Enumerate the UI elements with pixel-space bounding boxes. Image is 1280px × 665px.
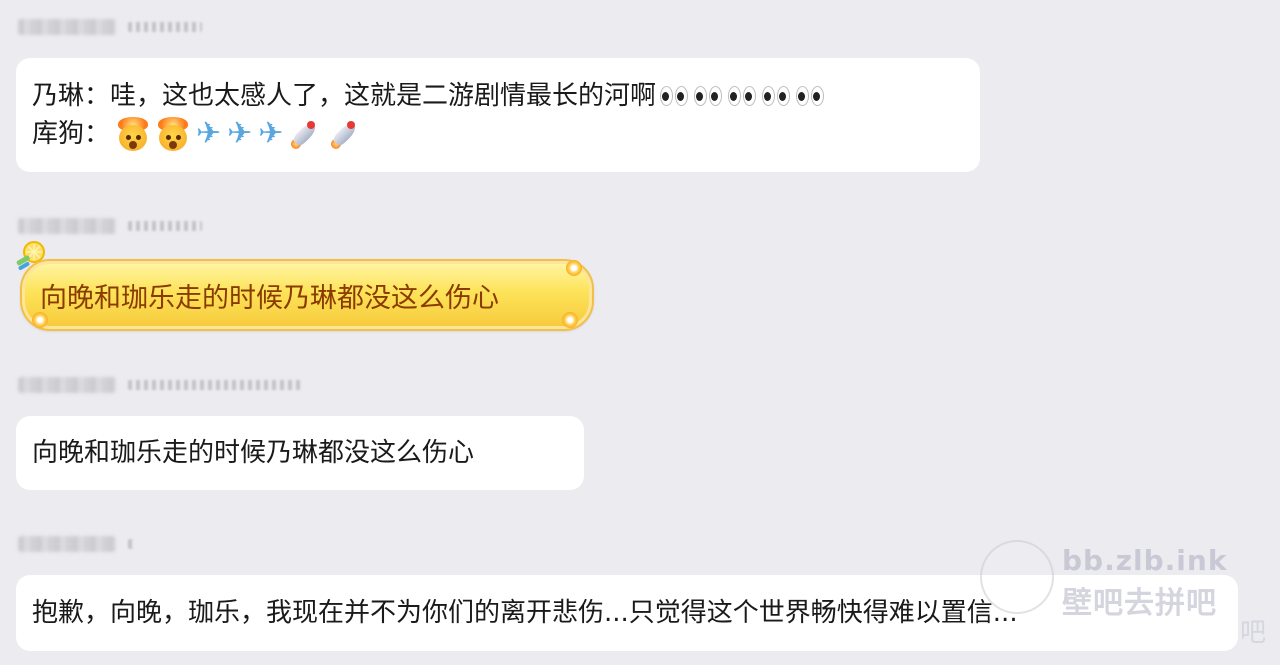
message-bubble[interactable]: 抱歉，向晚，珈乐，我现在并不为你们的离开悲伤...只觉得这个世界畅快得难以置信.… <box>16 575 1238 651</box>
message-bubble[interactable]: 乃琳：哇，这也太感人了，这就是二游剧情最长的河啊 库狗： ✈ ✈ ✈ <box>16 58 980 172</box>
emoji-run: ✈ ✈ ✈ <box>116 117 363 151</box>
message-bubble[interactable]: 向晚和珈乐走的时候乃琳都没这么伤心 <box>16 416 584 490</box>
message-text: 抱歉，向晚，珈乐，我现在并不为你们的离开悲伤...只觉得这个世界畅快得难以置信.… <box>32 598 1018 628</box>
eyes-icon <box>796 85 826 107</box>
eyes-icon <box>728 85 758 107</box>
airplane-icon: ✈ <box>227 116 253 151</box>
sender-meta <box>18 533 136 555</box>
sender-name-blurred <box>18 19 116 35</box>
message-line: 乃琳：哇，这也太感人了，这就是二游剧情最长的河啊 <box>32 77 964 115</box>
eyes-icon <box>694 85 724 107</box>
message-text: 向晚和珈乐走的时候乃琳都没这么伤心 <box>40 282 499 314</box>
message-text: 向晚和珈乐走的时候乃琳都没这么伤心 <box>32 438 475 468</box>
rocket-icon <box>329 117 363 151</box>
sender-meta <box>18 374 304 396</box>
watermark-edge: 吧 <box>1240 618 1267 648</box>
watermark-url: bb.zlb.ink <box>1062 544 1228 577</box>
eyes-icon <box>660 85 690 107</box>
rocket-icon <box>289 117 323 151</box>
timestamp-blurred <box>128 221 202 231</box>
timestamp-blurred <box>128 22 202 32</box>
timestamp-blurred <box>128 539 136 549</box>
airplane-icon: ✈ <box>196 116 222 151</box>
flower-decoration-icon <box>566 260 582 276</box>
exploding-head-icon <box>116 117 150 151</box>
message-text: 库狗： <box>32 119 111 149</box>
airplane-icon: ✈ <box>258 116 284 151</box>
flower-decoration-icon <box>562 312 578 328</box>
exploding-head-icon <box>156 117 190 151</box>
message-line: 抱歉，向晚，珈乐，我现在并不为你们的离开悲伤...只觉得这个世界畅快得难以置信.… <box>32 594 1222 632</box>
message-text: 乃琳：哇，这也太感人了，这就是二游剧情最长的河啊 <box>32 81 657 111</box>
sender-name-blurred <box>18 218 116 234</box>
flower-decoration-icon <box>32 312 48 328</box>
timestamp-blurred <box>128 380 304 390</box>
sender-meta <box>18 215 202 237</box>
sender-name-blurred <box>18 377 116 393</box>
message-line: 向晚和珈乐走的时候乃琳都没这么伤心 <box>32 434 568 472</box>
sender-meta <box>18 16 202 38</box>
emoji-run <box>660 85 826 107</box>
message-line: 库狗： ✈ ✈ ✈ <box>32 115 964 153</box>
sender-name-blurred <box>18 536 116 552</box>
decorated-message-bubble[interactable]: 向晚和珈乐走的时候乃琳都没这么伤心 <box>20 259 594 331</box>
eyes-icon <box>762 85 792 107</box>
